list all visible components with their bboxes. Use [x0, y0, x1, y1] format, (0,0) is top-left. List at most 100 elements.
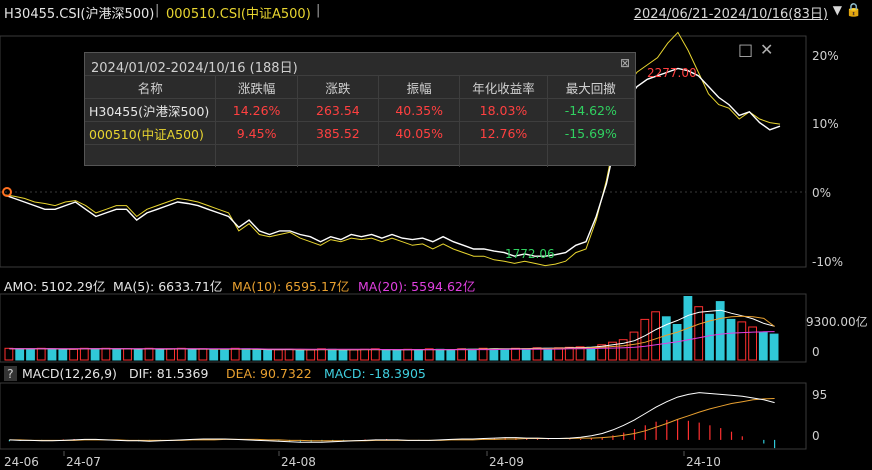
volume-bar — [758, 331, 768, 361]
y-tick-neg10: -10% — [812, 255, 843, 269]
volume-bar — [230, 347, 240, 361]
volume-bar — [306, 349, 316, 361]
volume-bar — [252, 348, 262, 361]
volume-legend: AMO: 5102.29亿 MA(5): 6633.71亿 MA(10): 65… — [4, 276, 804, 294]
volume-bar — [403, 348, 413, 361]
close-icon[interactable]: ✕ — [760, 40, 773, 59]
volume-bar — [500, 348, 510, 361]
macd-params-label[interactable]: MACD(12,26,9) — [22, 366, 117, 381]
table-header-row: 名称 涨跌幅 涨跌 振幅 年化收益率 最大回撤 — [85, 75, 636, 99]
volume-bar — [273, 349, 283, 361]
volume-bar — [392, 349, 402, 361]
volume-bar — [58, 349, 68, 361]
restore-icon[interactable]: □ — [738, 40, 753, 59]
volume-bar — [101, 347, 111, 361]
volume-bar — [133, 349, 143, 361]
volume-bar — [198, 348, 208, 361]
volume-bar — [489, 348, 499, 361]
x-tick-2407: 24-07 — [66, 455, 101, 469]
macd-y-tick-0: 0 — [812, 429, 820, 443]
row-annual: 18.03% — [459, 98, 548, 122]
row-amplitude: 40.05% — [378, 121, 461, 145]
row-drawdown: -15.69% — [547, 121, 636, 145]
table-row[interactable]: H30455(沪港深500) 14.26% 263.54 40.35% 18.0… — [85, 98, 636, 122]
macd-legend: ? MACD(12,26,9) DIF: 81.5369 DEA: 90.732… — [4, 366, 804, 382]
volume-bar — [769, 333, 779, 361]
amo-label: AMO: 5102.29亿 — [4, 279, 106, 294]
volume-bar — [726, 318, 736, 361]
volume-bar — [155, 348, 165, 361]
table-row-empty — [85, 144, 636, 167]
ma5-label: MA(5): 6633.71亿 — [113, 279, 223, 294]
volume-bar — [263, 349, 273, 361]
volume-bar — [241, 348, 251, 361]
volume-bar — [220, 348, 229, 361]
volume-bar — [166, 348, 175, 361]
row-name: 000510(中证A500) — [85, 121, 217, 145]
col-amplitude-header: 振幅 — [378, 75, 461, 99]
stats-popup: 2024/01/02-2024/10/16 (188日) ⊠ 名称 涨跌幅 涨跌… — [84, 52, 636, 167]
vol-y-tick-0: 0 — [812, 345, 820, 359]
volume-bar — [457, 348, 467, 361]
volume-bar — [112, 348, 122, 361]
volume-bar — [370, 348, 380, 361]
volume-bar — [543, 347, 553, 361]
volume-bar — [36, 347, 46, 361]
x-tick-2409: 24-09 — [489, 455, 524, 469]
volume-bar — [424, 348, 434, 361]
macd-y-tick-95: 95 — [812, 388, 827, 402]
row-amplitude: 40.35% — [378, 98, 461, 122]
table-row[interactable]: 000510(中证A500) 9.45% 385.52 40.05% 12.76… — [85, 121, 636, 145]
row-chg: 385.52 — [297, 121, 380, 145]
row-chg-pct: 9.45% — [215, 121, 298, 145]
row-chg: 263.54 — [297, 98, 380, 122]
row-name: H30455(沪港深500) — [85, 98, 217, 122]
vol-y-tick-max: 9300.00亿 — [806, 314, 868, 329]
x-tick-2406: 24-06 — [4, 455, 39, 469]
popup-close-icon[interactable]: ⊠ — [620, 56, 630, 70]
x-tick-2410: 24-10 — [686, 455, 721, 469]
stats-table: 名称 涨跌幅 涨跌 振幅 年化收益率 最大回撤 H30455(沪港深500) 1… — [85, 75, 636, 167]
macd-panel-frame — [0, 382, 807, 450]
volume-bar — [90, 348, 100, 361]
row-chg-pct: 14.26% — [215, 98, 298, 122]
volume-bar — [414, 349, 423, 361]
col-chg-header: 涨跌 — [297, 75, 380, 99]
col-annual-header: 年化收益率 — [459, 75, 548, 99]
volume-bar — [79, 347, 89, 361]
volume-bar — [69, 348, 78, 361]
volume-bar — [47, 348, 57, 361]
y-tick-10: 10% — [812, 117, 839, 131]
col-name-header: 名称 — [85, 75, 217, 99]
volume-bar — [467, 348, 477, 361]
low-label: 1772.06 — [505, 247, 555, 261]
dea-label: DEA: 90.7322 — [226, 366, 312, 381]
volume-bar — [15, 348, 25, 361]
popup-title: 2024/01/02-2024/10/16 (188日) — [91, 61, 298, 76]
volume-bar — [586, 346, 596, 361]
volume-bar — [640, 318, 650, 361]
volume-bar — [694, 306, 704, 361]
y-tick-0: 0% — [812, 186, 831, 200]
y-tick-20: 20% — [812, 49, 839, 63]
volume-bar — [144, 347, 154, 361]
high-label: 2277.00 — [647, 66, 697, 80]
volume-bar — [123, 348, 132, 361]
macd-value-label: MACD: -18.3905 — [324, 366, 426, 381]
row-drawdown: -14.62% — [547, 98, 636, 122]
macd-dif-line — [9, 392, 775, 443]
macd-lines — [9, 392, 775, 443]
volume-bar — [381, 349, 391, 361]
ma10-label: MA(10): 6595.17亿 — [232, 279, 350, 294]
volume-bar — [317, 348, 326, 361]
volume-bar — [295, 349, 305, 361]
col-chg-pct-header: 涨跌幅 — [215, 75, 298, 99]
volume-bar — [187, 348, 197, 361]
volume-bar — [284, 348, 294, 361]
volume-bar — [435, 348, 445, 361]
x-tick-2408: 24-08 — [281, 455, 316, 469]
ma20-label: MA(20): 5594.62亿 — [358, 279, 476, 294]
volume-bar — [737, 321, 747, 361]
help-icon[interactable]: ? — [4, 366, 17, 381]
volume-bar — [511, 347, 520, 361]
